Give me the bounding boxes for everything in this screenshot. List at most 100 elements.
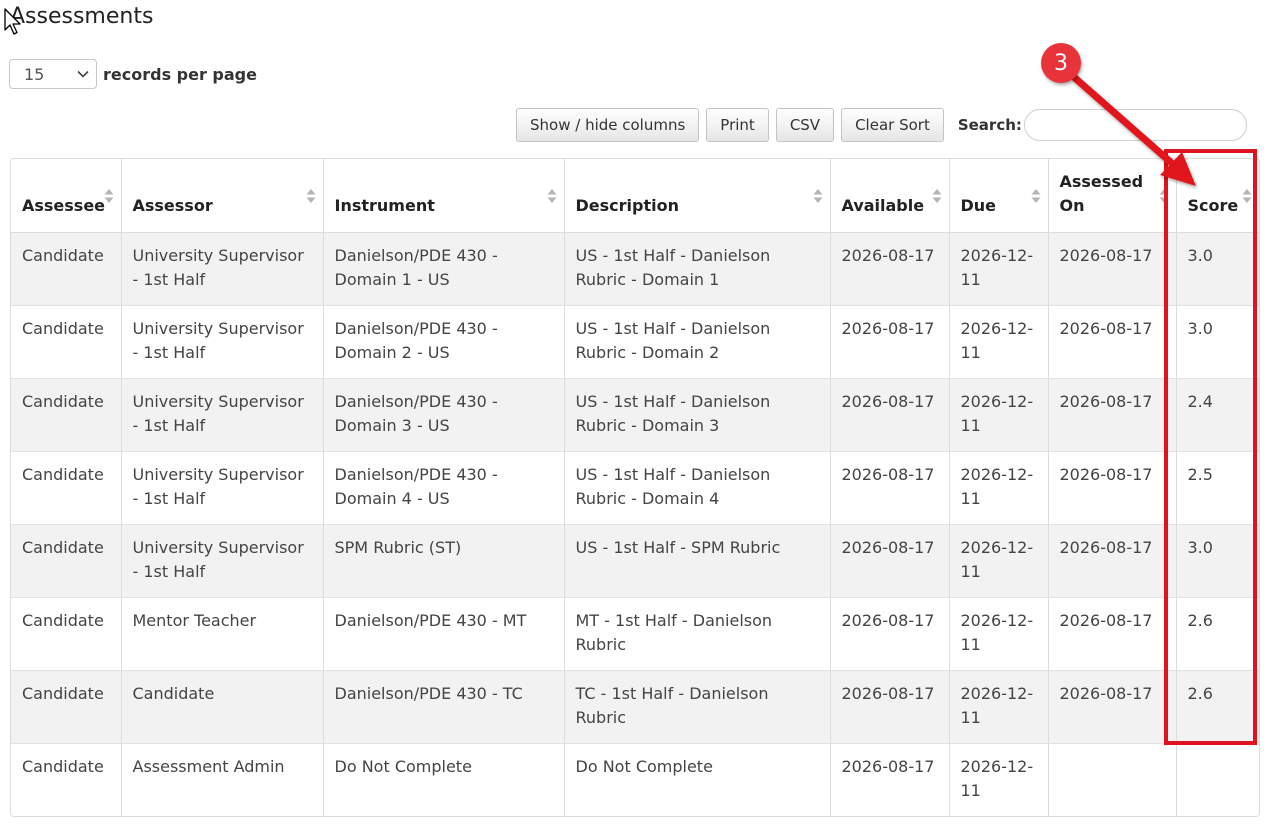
assessments-page: Assessments 15 records per page Show / h…	[0, 0, 1275, 826]
assessor-cell: Candidate	[121, 670, 324, 744]
description-cell: US - 1st Half - Danielson Rubric - Domai…	[564, 305, 831, 379]
column-header-assessor[interactable]: Assessor	[121, 159, 324, 233]
sort-icon	[813, 189, 822, 203]
assessed-on-cell: 2026-08-17	[1048, 451, 1177, 525]
score-cell: 2.6	[1176, 670, 1259, 744]
instrument-cell: Danielson/PDE 430 - MT	[323, 597, 565, 671]
description-cell: US - 1st Half - Danielson Rubric - Domai…	[564, 232, 831, 306]
assessor-cell: Mentor Teacher	[121, 597, 324, 671]
score-cell: 3.0	[1176, 305, 1259, 379]
table-row: Candidate University Supervisor - 1st Ha…	[11, 524, 1259, 598]
available-cell: 2026-08-17	[830, 305, 950, 379]
column-header-label: Description	[575, 195, 679, 215]
available-cell: 2026-08-17	[830, 451, 950, 525]
description-cell: US - 1st Half - SPM Rubric	[564, 524, 831, 598]
assessee-cell: Candidate	[11, 597, 122, 671]
sort-icon	[1242, 189, 1252, 203]
csv-button[interactable]: CSV	[775, 108, 835, 142]
sort-icon	[306, 189, 315, 203]
assessor-cell: University Supervisor - 1st Half	[121, 305, 324, 379]
assessee-cell: Candidate	[11, 743, 122, 816]
due-cell: 2026-12-11	[949, 378, 1049, 452]
column-header-label: Due	[960, 195, 997, 215]
step-number-badge: 3	[1041, 43, 1081, 83]
assessee-cell: Candidate	[11, 378, 122, 452]
instrument-cell: Do Not Complete	[323, 743, 565, 816]
table-toolbar: Show / hide columns Print CSV Clear Sort…	[516, 108, 1247, 142]
description-cell: TC - 1st Half - Danielson Rubric	[564, 670, 831, 744]
column-header-label: Available	[841, 195, 925, 215]
assessed-on-cell: 2026-08-17	[1048, 378, 1177, 452]
table-row: Candidate University Supervisor - 1st Ha…	[11, 451, 1259, 525]
assessee-cell: Candidate	[11, 451, 122, 525]
available-cell: 2026-08-17	[830, 670, 950, 744]
column-header-score[interactable]: Score	[1176, 159, 1259, 233]
due-cell: 2026-12-11	[949, 305, 1049, 379]
records-per-page-select[interactable]: 15	[9, 59, 97, 89]
column-header-instrument[interactable]: Instrument	[323, 159, 565, 233]
table-row: Candidate University Supervisor - 1st Ha…	[11, 232, 1259, 306]
instrument-cell: SPM Rubric (ST)	[323, 524, 565, 598]
due-cell: 2026-12-11	[949, 670, 1049, 744]
show-hide-columns-button[interactable]: Show / hide columns	[516, 108, 700, 142]
print-button[interactable]: Print	[706, 108, 769, 142]
column-header-assessed-on[interactable]: Assessed On	[1048, 159, 1177, 233]
records-per-page-label: records per page	[103, 64, 257, 84]
assessor-cell: Assessment Admin	[121, 743, 324, 816]
table-row: Candidate University Supervisor - 1st Ha…	[11, 378, 1259, 452]
due-cell: 2026-12-11	[949, 597, 1049, 671]
score-cell: 3.0	[1176, 232, 1259, 306]
records-per-page-value: 15	[24, 65, 45, 84]
column-header-label: Assessed On	[1059, 171, 1144, 215]
assessee-cell: Candidate	[11, 524, 122, 598]
mouse-pointer-icon	[4, 8, 21, 35]
instrument-cell: Danielson/PDE 430 - Domain 2 - US	[323, 305, 565, 379]
search-input[interactable]	[1023, 109, 1247, 141]
score-cell: 2.6	[1176, 597, 1259, 671]
instrument-cell: Danielson/PDE 430 - Domain 1 - US	[323, 232, 565, 306]
description-cell: Do Not Complete	[564, 743, 831, 816]
available-cell: 2026-08-17	[830, 232, 950, 306]
table-row: Candidate Candidate Danielson/PDE 430 - …	[11, 670, 1259, 744]
available-cell: 2026-08-17	[830, 597, 950, 671]
due-cell: 2026-12-11	[949, 743, 1049, 816]
assessed-on-cell: 2026-08-17	[1048, 232, 1177, 306]
assessed-on-cell: 2026-08-17	[1048, 305, 1177, 379]
table-row: Candidate University Supervisor - 1st Ha…	[11, 305, 1259, 379]
available-cell: 2026-08-17	[830, 378, 950, 452]
column-header-label: Instrument	[334, 195, 435, 215]
description-cell: MT - 1st Half - Danielson Rubric	[564, 597, 831, 671]
column-header-label: Score	[1187, 195, 1239, 215]
table-row: Candidate Assessment Admin Do Not Comple…	[11, 743, 1259, 816]
sort-icon	[104, 189, 113, 203]
column-header-available[interactable]: Available	[830, 159, 950, 233]
assessee-cell: Candidate	[11, 232, 122, 306]
description-cell: US - 1st Half - Danielson Rubric - Domai…	[564, 378, 831, 452]
assessor-cell: University Supervisor - 1st Half	[121, 451, 324, 525]
column-header-description[interactable]: Description	[564, 159, 831, 233]
search-label: Search:	[957, 116, 1022, 134]
score-cell: 2.4	[1176, 378, 1259, 452]
column-header-due[interactable]: Due	[949, 159, 1049, 233]
page-length-control: 15 records per page	[9, 58, 257, 90]
due-cell: 2026-12-11	[949, 451, 1049, 525]
page-title: Assessments	[10, 4, 154, 29]
column-header-label: Assessor	[132, 195, 213, 215]
assessee-cell: Candidate	[11, 670, 122, 744]
score-cell: 3.0	[1176, 524, 1259, 598]
sort-icon	[932, 189, 941, 203]
instrument-cell: Danielson/PDE 430 - Domain 3 - US	[323, 378, 565, 452]
assessed-on-cell: 2026-08-17	[1048, 597, 1177, 671]
assessor-cell: University Supervisor - 1st Half	[121, 524, 324, 598]
due-cell: 2026-12-11	[949, 524, 1049, 598]
column-header-label: Assessee	[22, 195, 106, 215]
assessee-cell: Candidate	[11, 305, 122, 379]
table-body: Candidate University Supervisor - 1st Ha…	[11, 232, 1259, 816]
clear-sort-button[interactable]: Clear Sort	[841, 108, 944, 142]
assessed-on-cell: 2026-08-17	[1048, 524, 1177, 598]
table-row: Candidate Mentor Teacher Danielson/PDE 4…	[11, 597, 1259, 671]
available-cell: 2026-08-17	[830, 524, 950, 598]
assessed-on-cell: 2026-08-17	[1048, 670, 1177, 744]
column-header-assessee[interactable]: Assessee	[11, 159, 122, 233]
sort-icon	[547, 189, 556, 203]
